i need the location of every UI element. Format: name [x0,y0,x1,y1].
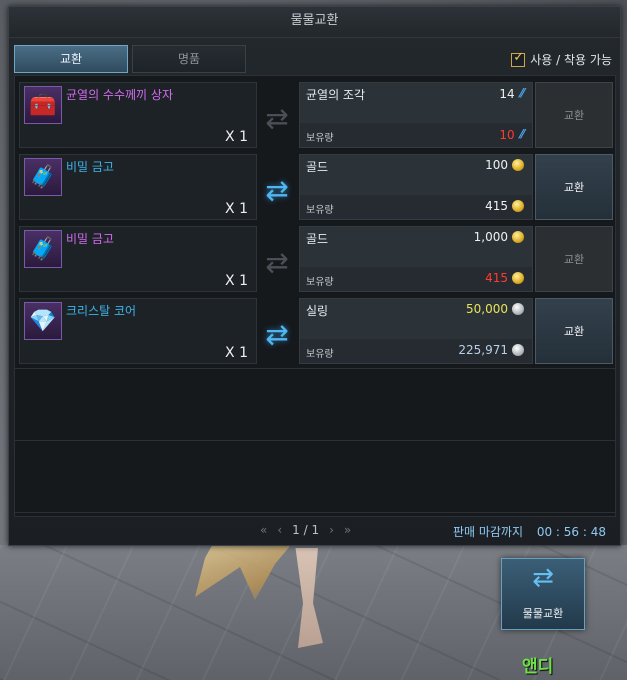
npc-name: 앤디 [522,657,554,677]
cost-name: 골드 [306,160,329,174]
chest-icon: 🧳 [24,158,62,196]
reward-item-name: 크리스탈 코어 [66,304,137,318]
rift-shard-icon: ⫽ [518,127,524,141]
owned-value: 225,971 [458,343,508,357]
list-divider [15,512,615,513]
reward-quantity: X 1 [225,273,248,289]
owned-value: 10 [499,127,515,142]
cost-name: 골드 [306,232,329,246]
usable-filter[interactable]: 사용 / 착용 가능 [511,50,612,68]
reward-item[interactable]: 🧳 비밀 금고 X 1 [19,226,257,292]
list-divider [15,440,615,441]
owned-label: 보유량 [306,133,334,144]
exchange-button[interactable]: 교환 [535,226,613,292]
cost-panel: 균열의 조각 14 ⫽ 보유량 10 ⫽ [299,82,533,148]
cost-value: 1,000 [473,230,508,244]
cost-name: 균열의 조각 [306,88,366,102]
first-page-button[interactable]: « [260,523,267,537]
cost-value: 14 [499,86,515,101]
exchange-row: 🧰 균열의 수수께끼 상자 X 1 ⇄ 균열의 조각 14 ⫽ 보유량 10 ⫽… [19,80,613,148]
exchange-button[interactable]: 교환 [535,82,613,148]
barter-shortcut-button[interactable]: ⇄ 물물교환 [501,558,585,630]
usable-checkbox[interactable] [511,50,526,67]
sale-deadline-label: 판매 마감까지 [452,525,524,539]
silver-coin-icon [512,344,524,356]
reward-item-name: 균열의 수수께끼 상자 [66,88,173,102]
tab-bar: 교환 명품 [14,45,246,73]
exchange-row: 🧳 비밀 금고 X 1 ⇄ 골드 100 보유량 415 교환 [19,152,613,220]
reward-item[interactable]: 🧰 균열의 수수께끼 상자 X 1 [19,82,257,148]
swap-icon: ⇄ [532,563,554,593]
reward-item[interactable]: 🧳 비밀 금고 X 1 [19,154,257,220]
sale-deadline-timer: 00 : 56 : 48 [536,525,606,539]
owned-label: 보유량 [306,277,334,288]
sale-deadline: 판매 마감까지 00 : 56 : 48 [453,523,606,540]
chest-icon: 🧰 [24,86,62,124]
silver-coin-icon [512,303,524,315]
rift-shard-icon: ⫽ [518,86,524,100]
swap-icon: ⇄ [265,245,289,279]
owned-label: 보유량 [306,349,334,360]
reward-quantity: X 1 [225,345,248,361]
exchange-button[interactable]: 교환 [535,154,613,220]
cost-value: 50,000 [466,302,508,316]
list-footer: « ‹ 1 / 1 › » 판매 마감까지 00 : 56 : 48 [14,519,614,541]
owned-label: 보유량 [306,205,334,216]
owned-value: 415 [485,271,508,285]
barter-window: 물물교환 교환 명품 사용 / 착용 가능 🧰 균열의 수수께끼 상자 X 1 … [8,6,621,546]
reward-item-name: 비밀 금고 [66,232,114,246]
tab-luxury[interactable]: 명품 [132,45,246,73]
swap-icon: ⇄ [265,101,289,135]
last-page-button[interactable]: » [344,523,351,537]
exchange-row: 💎 크리스탈 코어 X 1 ⇄ 실링 50,000 보유량 225,971 교환 [19,296,613,364]
crystal-icon: 💎 [24,302,62,340]
tab-exchange[interactable]: 교환 [14,45,128,73]
next-page-button[interactable]: › [329,523,334,537]
chest-icon: 🧳 [24,230,62,268]
page-indicator: 1 / 1 [292,523,320,537]
exchange-row: 🧳 비밀 금고 X 1 ⇄ 골드 1,000 보유량 415 교환 [19,224,613,292]
cost-panel: 골드 1,000 보유량 415 [299,226,533,292]
window-title: 물물교환 [9,7,620,38]
exchange-list: 🧰 균열의 수수께끼 상자 X 1 ⇄ 균열의 조각 14 ⫽ 보유량 10 ⫽… [14,75,616,517]
swap-icon: ⇄ [265,317,289,351]
reward-item[interactable]: 💎 크리스탈 코어 X 1 [19,298,257,364]
prev-page-button[interactable]: ‹ [277,523,282,537]
list-divider [15,368,615,369]
cost-value: 100 [485,158,508,172]
pagination: « ‹ 1 / 1 › » [260,523,351,537]
reward-quantity: X 1 [225,129,248,145]
barter-shortcut-label: 물물교환 [522,607,564,620]
usable-filter-label: 사용 / 착용 가능 [530,53,612,67]
gold-coin-icon [512,272,524,284]
cost-panel: 실링 50,000 보유량 225,971 [299,298,533,364]
swap-icon: ⇄ [265,173,289,207]
reward-item-name: 비밀 금고 [66,160,114,174]
gold-coin-icon [512,159,524,171]
owned-value: 415 [485,199,508,213]
gold-coin-icon [512,200,524,212]
reward-quantity: X 1 [225,201,248,217]
cost-name: 실링 [306,304,329,318]
cost-panel: 골드 100 보유량 415 [299,154,533,220]
exchange-button[interactable]: 교환 [535,298,613,364]
gold-coin-icon [512,231,524,243]
